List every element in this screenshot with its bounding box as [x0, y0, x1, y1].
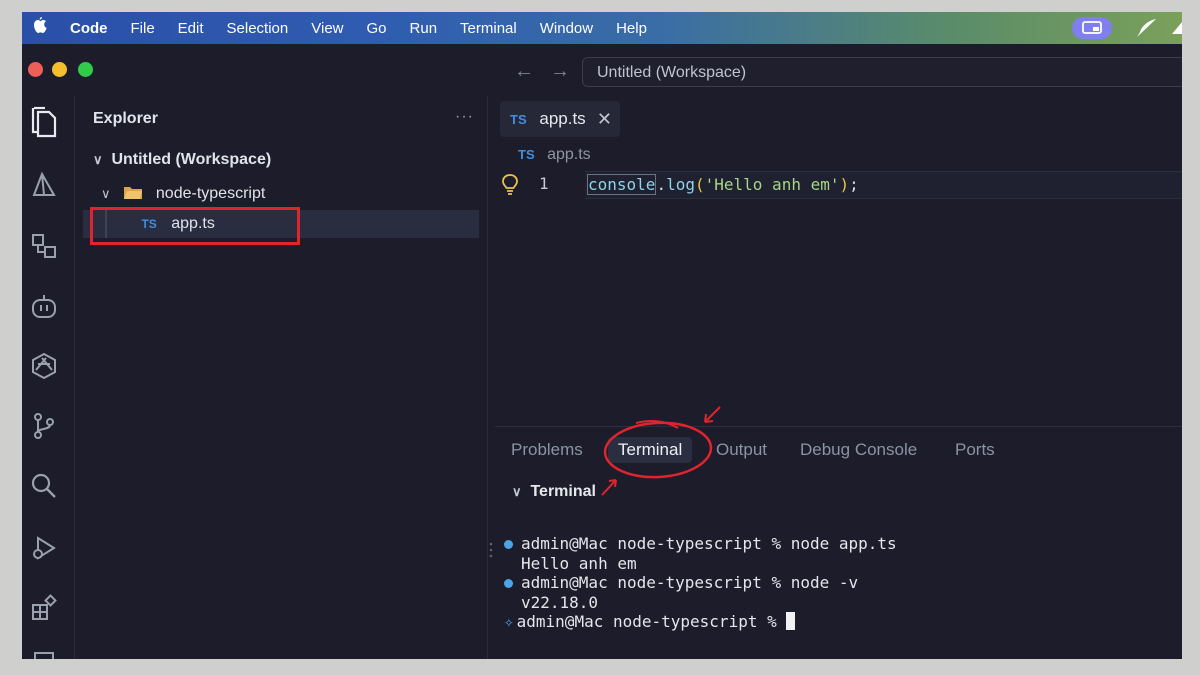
- screen-mirror-icon[interactable]: [1072, 17, 1112, 39]
- window-titlebar: ← → Untitled (Workspace): [22, 44, 1182, 96]
- chevron-down-icon: ∨: [512, 484, 522, 499]
- breadcrumb-file: app.ts: [547, 146, 591, 163]
- remote-explorer-icon[interactable]: [30, 232, 58, 260]
- feather-icon[interactable]: [1134, 17, 1160, 39]
- typescript-file-icon: TS: [518, 147, 535, 162]
- terminal-section-label: Terminal: [530, 483, 596, 500]
- panel-tab-problems[interactable]: Problems: [511, 440, 583, 460]
- chevron-down-icon: ∨: [93, 152, 103, 167]
- terminal-prompt-line[interactable]: ✧ admin@Mac node-typescript %: [504, 612, 796, 631]
- terminal-line[interactable]: admin@Mac node-typescript % node app.ts: [504, 534, 897, 553]
- code-token-log: log: [666, 175, 695, 194]
- tab-label: app.ts: [539, 109, 586, 128]
- sidebar-sash[interactable]: [487, 96, 495, 659]
- apple-icon[interactable]: [32, 16, 50, 40]
- explorer-title: Explorer: [93, 110, 158, 127]
- code-token-console: console: [587, 174, 657, 195]
- command-center-search[interactable]: Untitled (Workspace): [582, 57, 1182, 87]
- menubar: Code File Edit Selection View Go Run Ter…: [22, 12, 1182, 44]
- menu-edit[interactable]: Edit: [178, 20, 204, 37]
- code-token-close-paren: ): [839, 175, 850, 194]
- menu-selection[interactable]: Selection: [227, 20, 289, 37]
- source-control-alt-icon[interactable]: [30, 352, 58, 380]
- command-status-dot-icon: [504, 540, 513, 549]
- forward-arrow-icon[interactable]: →: [550, 60, 570, 83]
- code-token-dot: .: [656, 175, 667, 194]
- panel-tab-output[interactable]: Output: [716, 440, 767, 460]
- back-arrow-icon[interactable]: ←: [514, 60, 534, 83]
- zoom-window-button[interactable]: [78, 62, 93, 77]
- panel-tab-debug-console[interactable]: Debug Console: [800, 440, 917, 460]
- azure-icon[interactable]: [30, 171, 58, 199]
- lightbulb-icon[interactable]: [501, 173, 519, 195]
- panel-tab-ports[interactable]: Ports: [955, 440, 995, 460]
- folder-icon: [124, 187, 143, 199]
- source-control-icon[interactable]: [30, 412, 58, 440]
- close-icon[interactable]: ✕: [597, 101, 612, 137]
- explorer-sidebar: Explorer ··· ∨ Untitled (Workspace) ∨ no…: [75, 96, 488, 659]
- close-window-button[interactable]: [28, 62, 43, 77]
- workspace-root[interactable]: ∨ Untitled (Workspace): [93, 146, 271, 174]
- menu-run[interactable]: Run: [410, 20, 438, 37]
- menu-window[interactable]: Window: [540, 20, 593, 37]
- menu-view[interactable]: View: [311, 20, 343, 37]
- terminal-section-header[interactable]: ∨ Terminal: [512, 483, 596, 501]
- menu-app-code[interactable]: Code: [70, 20, 108, 37]
- more-actions-icon[interactable]: ···: [455, 108, 474, 126]
- explorer-files-icon[interactable]: [29, 106, 59, 140]
- minimize-window-button[interactable]: [52, 62, 67, 77]
- activity-bar: [22, 96, 75, 659]
- control-center-icon[interactable]: [1170, 18, 1182, 38]
- line-number: 1: [539, 174, 549, 193]
- testing-icon[interactable]: [30, 648, 58, 659]
- sparkle-icon: ✧: [504, 612, 514, 631]
- typescript-file-icon: TS: [510, 112, 527, 127]
- breadcrumb[interactable]: TS app.ts: [518, 146, 591, 164]
- extensions-icon[interactable]: [30, 594, 58, 622]
- bottom-panel: Problems Terminal Output Debug Console P…: [495, 426, 1182, 659]
- workspace-label: Untitled (Workspace): [111, 151, 272, 168]
- menubar-status-area: [1072, 12, 1182, 44]
- menu-help[interactable]: Help: [616, 20, 647, 37]
- highlight-box-app-ts: [90, 207, 300, 245]
- code-line-1[interactable]: console.log('Hello anh em');: [587, 174, 859, 195]
- menu-file[interactable]: File: [131, 20, 155, 37]
- code-token-string: 'Hello anh em': [704, 175, 840, 194]
- search-icon[interactable]: [30, 472, 58, 500]
- terminal-line[interactable]: v22.18.0: [521, 593, 598, 612]
- command-status-dot-icon: [504, 579, 513, 588]
- editor-tab-app-ts[interactable]: TS app.ts ✕: [500, 101, 620, 137]
- screen: Code File Edit Selection View Go Run Ter…: [22, 12, 1182, 659]
- menu-go[interactable]: Go: [367, 20, 387, 37]
- chevron-down-icon: ∨: [101, 186, 111, 201]
- panel-tab-terminal[interactable]: Terminal: [608, 437, 693, 463]
- terminal-line[interactable]: Hello anh em: [521, 554, 637, 573]
- run-debug-icon[interactable]: [30, 534, 58, 562]
- code-token-open-paren: (: [694, 175, 705, 194]
- copilot-robot-icon[interactable]: [30, 292, 58, 320]
- folder-label: node-typescript: [155, 185, 266, 202]
- terminal-line[interactable]: admin@Mac node-typescript % node -v: [504, 573, 858, 592]
- folder-node-typescript[interactable]: ∨ node-typescript: [101, 180, 265, 208]
- editor-area: TS app.ts ✕ TS app.ts 1 console.log('Hel…: [495, 96, 1182, 426]
- menu-terminal[interactable]: Terminal: [460, 20, 517, 37]
- code-token-semicolon: ;: [849, 175, 859, 194]
- terminal-cursor: [786, 612, 796, 630]
